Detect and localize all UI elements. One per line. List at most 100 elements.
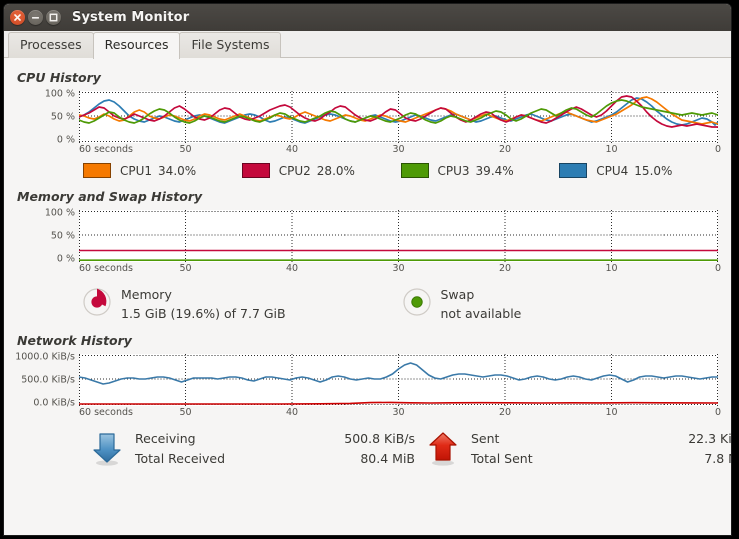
network-y-tick-0: 0.0 KiB/s: [33, 398, 75, 409]
memory-gridlines: [79, 210, 718, 262]
cpu-legend: CPU1 34.0% CPU2 28.0% CPU3 39.4% CPU4 15…: [79, 163, 718, 178]
cpu-x-tick-30: 30: [392, 144, 404, 155]
download-arrow-icon: [79, 428, 135, 468]
cpu4-label: CPU4: [596, 164, 628, 178]
sent-value: 22.3 KiB/s: [631, 431, 731, 446]
swap-name: Swap: [441, 285, 522, 304]
sent-label: Sent: [471, 431, 631, 446]
cpu-y-tick-0: 0 %: [57, 135, 75, 146]
maximize-icon: [49, 13, 58, 22]
network-x-tick-50: 50: [179, 407, 191, 418]
network-x-tick-30: 30: [392, 407, 404, 418]
cpu-y-axis: 100 % 50 % 0 %: [17, 91, 79, 143]
cpu-legend-item-cpu1[interactable]: CPU1 34.0%: [83, 163, 242, 178]
close-button[interactable]: [10, 10, 25, 25]
cpu-legend-item-cpu3[interactable]: CPU3 39.4%: [401, 163, 560, 178]
network-plot: [79, 354, 718, 406]
swap-legend-item[interactable]: Swap not available: [399, 285, 719, 323]
cpu1-label: CPU1: [120, 164, 152, 178]
memory-y-axis: 100 % 50 % 0 %: [17, 210, 79, 262]
memory-legend-item[interactable]: Memory 1.5 GiB (19.6%) of 7.7 GiB: [79, 285, 399, 323]
memory-x-tick-30: 30: [392, 263, 404, 274]
memory-legend: Memory 1.5 GiB (19.6%) of 7.7 GiB Swap n…: [17, 285, 718, 323]
network-graph-row: 1000.0 KiB/s 500.0 KiB/s 0.0 KiB/s: [17, 354, 718, 419]
swap-detail: not available: [441, 304, 522, 323]
network-y-tick-1000: 1000.0 KiB/s: [15, 352, 75, 363]
cpu-chart: [79, 91, 718, 143]
close-icon: [14, 14, 21, 21]
memory-swap-history-section: Memory and Swap History 100 % 50 % 0 %: [17, 189, 718, 323]
memory-plot-wrap: 60 seconds 50 40 30 20 10 0: [79, 210, 718, 275]
memory-y-tick-100: 100 %: [45, 208, 75, 219]
cpu1-value: 34.0%: [158, 164, 196, 178]
cpu-x-tick-10: 10: [605, 144, 617, 155]
memory-y-tick-0: 0 %: [57, 254, 75, 265]
network-receiving-table: Receiving 500.8 KiB/s Total Received 80.…: [135, 431, 415, 466]
resources-panel: CPU History 100 % 50 % 0 %: [4, 58, 731, 535]
memory-detail: 1.5 GiB (19.6%) of 7.7 GiB: [121, 304, 286, 323]
cpu-x-tick-60: 60 seconds: [79, 144, 133, 155]
cpu-plot: [79, 91, 718, 143]
memory-x-tick-40: 40: [286, 263, 298, 274]
memory-x-axis: 60 seconds 50 40 30 20 10 0: [79, 262, 718, 275]
receiving-label: Receiving: [135, 431, 295, 446]
network-x-tick-40: 40: [286, 407, 298, 418]
cpu-x-tick-40: 40: [286, 144, 298, 155]
network-history-title: Network History: [17, 333, 718, 348]
cpu-legend-item-cpu2[interactable]: CPU2 28.0%: [242, 163, 401, 178]
cpu3-value: 39.4%: [476, 164, 514, 178]
network-x-tick-10: 10: [605, 407, 617, 418]
cpu2-label: CPU2: [279, 164, 311, 178]
tab-processes[interactable]: Processes: [8, 32, 94, 58]
cpu3-color-swatch[interactable]: [401, 163, 429, 178]
tab-resources[interactable]: Resources: [93, 32, 181, 59]
system-monitor-window: System Monitor Processes Resources File …: [4, 4, 731, 535]
network-y-axis: 1000.0 KiB/s 500.0 KiB/s 0.0 KiB/s: [17, 354, 79, 406]
window-controls: [10, 10, 61, 25]
memory-name: Memory: [121, 285, 286, 304]
memory-swap-history-title: Memory and Swap History: [17, 189, 718, 204]
cpu-graph-row: 100 % 50 % 0 %: [17, 91, 718, 156]
memory-x-tick-50: 50: [179, 263, 191, 274]
cpu4-color-swatch[interactable]: [559, 163, 587, 178]
total-received-label: Total Received: [135, 451, 295, 466]
network-plot-wrap: 60 seconds 50 40 30 20 10 0: [79, 354, 718, 419]
network-chart: [79, 354, 718, 406]
cpu-legend-item-cpu4[interactable]: CPU4 15.0%: [559, 163, 718, 178]
network-x-tick-20: 20: [499, 407, 511, 418]
upload-arrow-icon: [415, 428, 471, 468]
minimize-icon: [31, 14, 40, 21]
network-x-axis: 60 seconds 50 40 30 20 10 0: [79, 406, 718, 419]
network-x-tick-60: 60 seconds: [79, 407, 133, 418]
memory-plot: [79, 210, 718, 262]
cpu-x-tick-0: 0: [715, 144, 721, 155]
network-x-tick-0: 0: [715, 407, 721, 418]
memory-x-tick-0: 0: [715, 263, 721, 274]
cpu2-value: 28.0%: [317, 164, 355, 178]
memory-legend-text: Memory 1.5 GiB (19.6%) of 7.7 GiB: [121, 285, 286, 323]
cpu-history-title: CPU History: [17, 70, 718, 85]
cpu-x-axis: 60 seconds 50 40 30 20 10 0: [79, 143, 718, 156]
tab-bar: Processes Resources File Systems: [4, 31, 731, 58]
network-sent-table: Sent 22.3 KiB/s Total Sent 7.8 MiB: [471, 431, 731, 466]
network-y-tick-500: 500.0 KiB/s: [21, 375, 75, 386]
cpu-plot-wrap: 60 seconds 50 40 30 20 10 0: [79, 91, 718, 156]
cpu2-color-swatch[interactable]: [242, 163, 270, 178]
network-sent-item[interactable]: Sent 22.3 KiB/s Total Sent 7.8 MiB: [415, 428, 731, 468]
total-received-value: 80.4 MiB: [295, 451, 415, 466]
cpu1-line: [79, 97, 718, 124]
swap-pie-icon: [399, 285, 435, 319]
cpu-history-section: CPU History 100 % 50 % 0 %: [17, 70, 718, 178]
maximize-button[interactable]: [46, 10, 61, 25]
total-sent-value: 7.8 MiB: [631, 451, 731, 466]
cpu-x-tick-50: 50: [179, 144, 191, 155]
memory-x-tick-10: 10: [605, 263, 617, 274]
cpu-y-tick-50: 50 %: [51, 112, 75, 123]
memory-x-tick-20: 20: [499, 263, 511, 274]
network-receiving-item[interactable]: Receiving 500.8 KiB/s Total Received 80.…: [79, 428, 415, 468]
network-sent-line: [79, 402, 718, 404]
tab-file-systems[interactable]: File Systems: [179, 32, 281, 58]
cpu1-color-swatch[interactable]: [83, 163, 111, 178]
receiving-value: 500.8 KiB/s: [295, 431, 415, 446]
minimize-button[interactable]: [28, 10, 43, 25]
